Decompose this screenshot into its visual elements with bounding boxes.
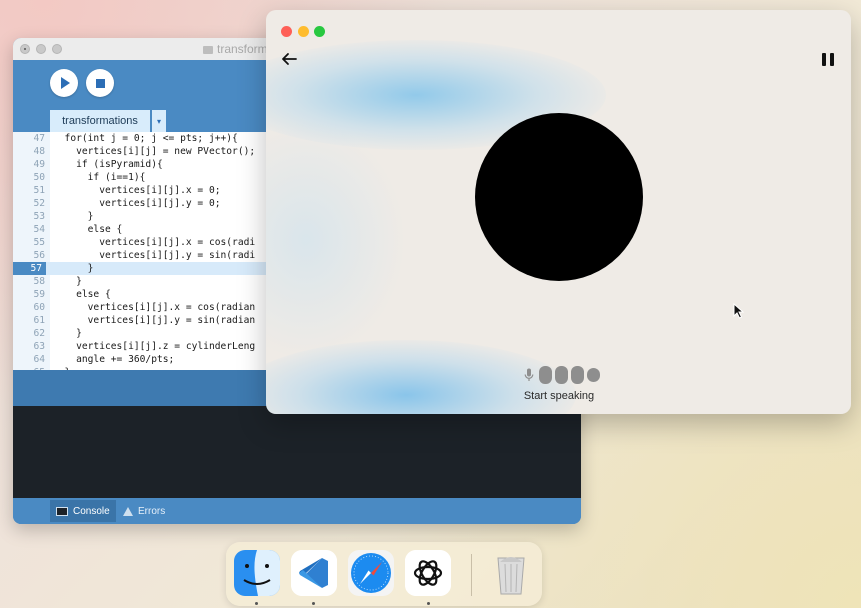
code-editor-icon bbox=[291, 550, 337, 596]
voice-mode-window: Start speaking bbox=[266, 10, 851, 414]
running-indicator bbox=[312, 602, 315, 605]
finder-icon bbox=[234, 550, 280, 596]
dock-app-chatgpt[interactable] bbox=[405, 550, 451, 596]
dock-app-trash[interactable] bbox=[488, 550, 534, 596]
code-text: if (isPyramid){ bbox=[53, 159, 163, 170]
code-text: vertices[i][j].z = cylinderLeng bbox=[53, 341, 256, 352]
dock bbox=[226, 542, 542, 606]
dock-separator bbox=[471, 554, 472, 596]
line-number: 48 bbox=[33, 146, 45, 157]
chevron-down-icon: ▾ bbox=[156, 116, 161, 126]
tab-transformations[interactable]: transformations bbox=[50, 110, 150, 132]
pause-button[interactable] bbox=[822, 53, 834, 66]
line-number: 53 bbox=[33, 211, 45, 222]
line-number: 59 bbox=[33, 289, 45, 300]
running-indicator bbox=[427, 602, 430, 605]
audio-level-bar bbox=[555, 366, 568, 384]
code-text: angle += 360/pts; bbox=[53, 354, 175, 365]
zoom-button[interactable] bbox=[314, 26, 325, 37]
line-number: 54 bbox=[33, 224, 45, 235]
close-button[interactable] bbox=[281, 26, 292, 37]
mouse-pointer-icon bbox=[733, 303, 745, 319]
code-text: vertices[i][j].x = cos(radi bbox=[53, 237, 256, 248]
warning-icon bbox=[123, 506, 133, 516]
minimize-button[interactable] bbox=[298, 26, 309, 37]
zoom-button[interactable] bbox=[52, 44, 62, 54]
tab-menu-button[interactable]: ▾ bbox=[152, 110, 166, 132]
chatgpt-logo-icon bbox=[405, 550, 451, 596]
listening-indicator bbox=[524, 365, 600, 385]
line-number: 50 bbox=[33, 172, 45, 183]
line-number: 62 bbox=[33, 328, 45, 339]
voice-orb bbox=[475, 113, 643, 281]
tab-errors[interactable]: Errors bbox=[117, 500, 171, 522]
code-text: else { bbox=[53, 224, 123, 235]
code-text: } bbox=[53, 211, 94, 222]
window-title: transform bbox=[203, 42, 268, 56]
glow-background bbox=[266, 120, 406, 360]
code-text: vertices[i][j].x = 0; bbox=[53, 185, 221, 196]
voice-status-label: Start speaking bbox=[523, 390, 595, 402]
dock-app-vscode[interactable] bbox=[291, 550, 337, 596]
code-text: } bbox=[53, 328, 82, 339]
console-tabbar: Console Errors bbox=[13, 498, 581, 524]
run-button[interactable] bbox=[50, 69, 78, 97]
pause-icon bbox=[822, 53, 826, 66]
audio-level-bar bbox=[587, 368, 600, 382]
code-text: vertices[i][j] = new PVector(); bbox=[53, 146, 256, 157]
dock-app-finder[interactable] bbox=[234, 550, 280, 596]
line-number: 60 bbox=[33, 302, 45, 313]
console-output[interactable] bbox=[13, 406, 581, 498]
running-indicator bbox=[255, 602, 258, 605]
folder-icon bbox=[203, 46, 213, 54]
code-text: vertices[i][j].y = sin(radi bbox=[53, 250, 256, 261]
microphone-icon bbox=[524, 368, 534, 381]
line-number: 64 bbox=[33, 354, 45, 365]
code-text: } bbox=[53, 276, 82, 287]
audio-level-bar bbox=[571, 366, 584, 384]
line-number: 49 bbox=[33, 159, 45, 170]
line-number: 58 bbox=[33, 276, 45, 287]
close-button[interactable] bbox=[20, 44, 30, 54]
line-number: 56 bbox=[33, 250, 45, 261]
play-icon bbox=[61, 77, 70, 89]
code-text: for(int j = 0; j <= pts; j++){ bbox=[53, 133, 238, 144]
stop-icon bbox=[95, 78, 105, 88]
line-number: 57 bbox=[13, 262, 46, 275]
line-number: 55 bbox=[33, 237, 45, 248]
tab-console[interactable]: Console bbox=[50, 500, 116, 522]
audio-level-bar bbox=[539, 366, 552, 384]
terminal-icon bbox=[56, 506, 68, 516]
safari-compass-icon bbox=[348, 550, 394, 596]
code-text: vertices[i][j].y = 0; bbox=[53, 198, 221, 209]
line-number: 52 bbox=[33, 198, 45, 209]
code-text: } bbox=[53, 263, 94, 274]
line-number: 63 bbox=[33, 341, 45, 352]
trash-icon bbox=[497, 557, 525, 595]
code-text: if (i==1){ bbox=[53, 172, 146, 183]
code-text: else { bbox=[53, 289, 111, 300]
stop-button[interactable] bbox=[86, 69, 114, 97]
back-arrow-icon[interactable] bbox=[280, 50, 298, 68]
line-number: 61 bbox=[33, 315, 45, 326]
code-text: vertices[i][j].y = sin(radian bbox=[53, 315, 256, 326]
dock-app-safari[interactable] bbox=[348, 550, 394, 596]
minimize-button[interactable] bbox=[36, 44, 46, 54]
code-text: vertices[i][j].x = cos(radian bbox=[53, 302, 256, 313]
line-number: 47 bbox=[33, 133, 45, 144]
line-number: 51 bbox=[33, 185, 45, 196]
